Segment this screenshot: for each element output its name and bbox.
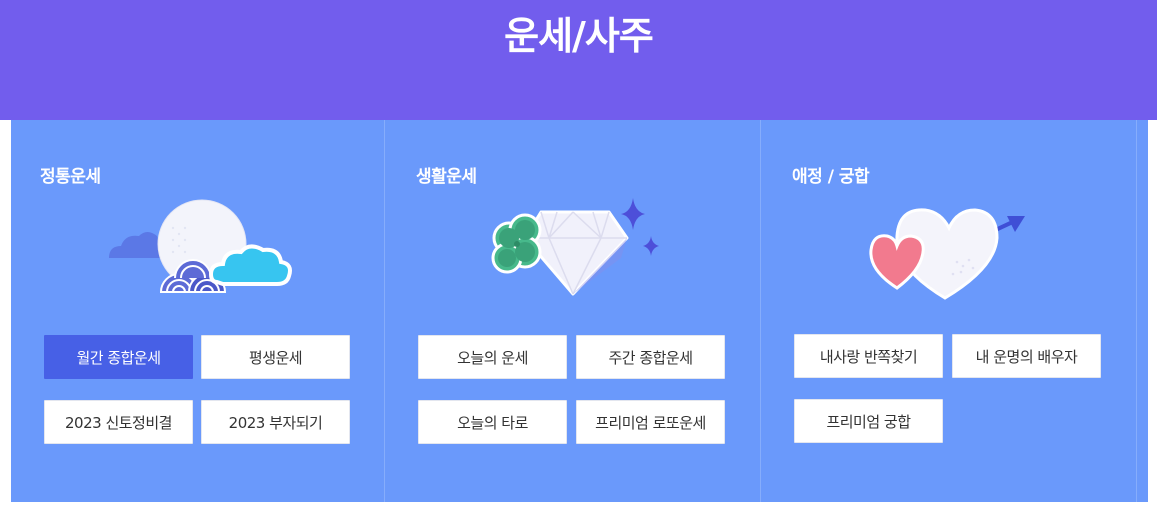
get-rich-button[interactable]: 2023 부자되기 bbox=[201, 400, 350, 444]
section-title: 생활운세 bbox=[416, 167, 477, 187]
premium-lotto-button[interactable]: 프리미엄 로또운세 bbox=[576, 400, 725, 444]
section-title: 정통운세 bbox=[40, 167, 101, 187]
hearts-arrow-icon bbox=[869, 208, 1025, 300]
premium-compatibility-button[interactable]: 프리미엄 궁합 bbox=[794, 399, 943, 443]
page-title: 운세/사주 bbox=[504, 14, 654, 58]
section-traditional-fortune: 정통운세 월간 종합운세 평생운세 2023 신토정비결 2023 부자되기 bbox=[11, 120, 384, 502]
lifetime-fortune-button[interactable]: 평생운세 bbox=[201, 335, 350, 379]
page-header: 운세/사주 bbox=[0, 0, 1157, 120]
weekly-fortune-button[interactable]: 주간 종합운세 bbox=[576, 335, 725, 379]
today-tarot-button[interactable]: 오늘의 타로 bbox=[418, 400, 567, 444]
panel-edge bbox=[1136, 120, 1148, 502]
clover-diamond-icon bbox=[491, 198, 659, 296]
section-love-compatibility: 애정 / 궁합 내사랑 반쪽찾기 내 운명의 배우자 프리미엄 궁합 bbox=[761, 120, 1136, 502]
section-daily-fortune: 생활운세 오늘의 운세 주간 종합운세 오늘의 타로 프리미엄 로또운세 bbox=[385, 120, 760, 502]
monthly-fortune-button[interactable]: 월간 종합운세 bbox=[44, 335, 193, 379]
find-soulmate-button[interactable]: 내사랑 반쪽찾기 bbox=[794, 334, 943, 378]
tojeong-button[interactable]: 2023 신토정비결 bbox=[44, 400, 193, 444]
today-fortune-button[interactable]: 오늘의 운세 bbox=[418, 335, 567, 379]
moon-cloud-wave-icon bbox=[109, 199, 292, 293]
section-title: 애정 / 궁합 bbox=[792, 167, 870, 187]
destined-spouse-button[interactable]: 내 운명의 배우자 bbox=[952, 334, 1101, 378]
